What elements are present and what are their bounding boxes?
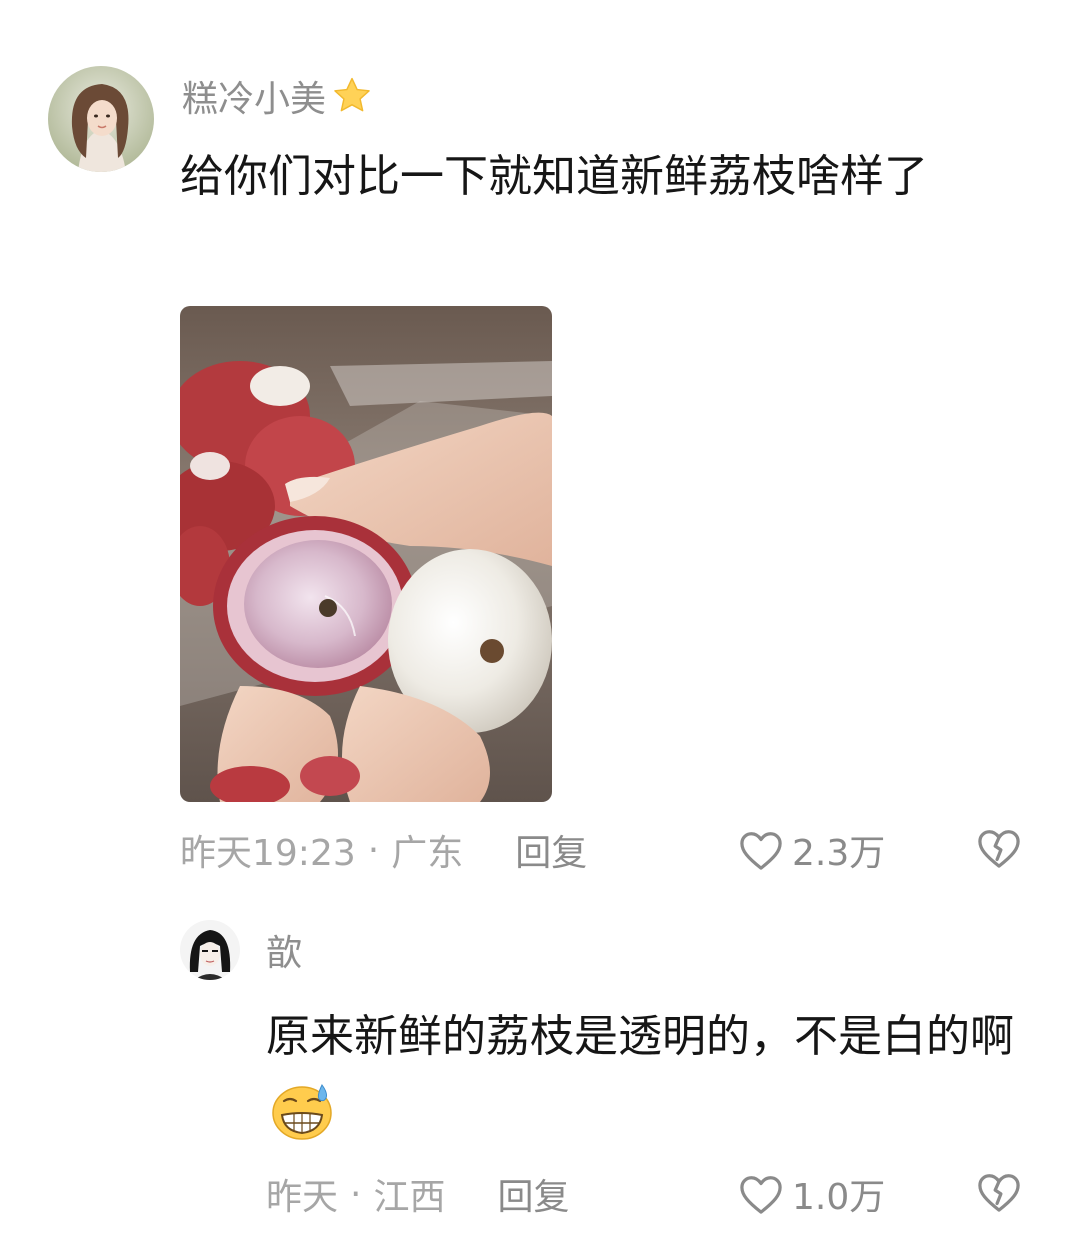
meta-separator: · xyxy=(367,829,380,871)
reply-button[interactable]: 回复 xyxy=(515,824,587,876)
username[interactable]: 糕冷小美 xyxy=(182,72,374,120)
reply-time: 昨天 xyxy=(266,1177,339,1218)
reply-button[interactable]: 回复 xyxy=(497,1168,569,1220)
reply-username[interactable]: 歆 xyxy=(266,926,302,974)
broken-heart-icon[interactable] xyxy=(976,827,1022,873)
reply-meta: 昨天 · 江西 回复 xyxy=(266,1168,570,1220)
like-button[interactable]: 2.3万 xyxy=(738,824,885,876)
avatar[interactable] xyxy=(48,66,154,172)
username-text[interactable]: 糕冷小美 xyxy=(182,70,326,122)
heart-icon xyxy=(740,832,782,870)
grinning-sweat-emoji xyxy=(270,1083,334,1166)
lychee-photo[interactable] xyxy=(180,306,552,802)
reply-text-content: 原来新鲜的荔枝是透明的，不是白的啊 xyxy=(266,1011,1014,1062)
comment-meta: 昨天19:23 · 广东 回复 xyxy=(180,824,587,876)
comment-text: 给你们对比一下就知道新鲜荔枝啥样了 xyxy=(180,151,928,202)
reply-avatar[interactable] xyxy=(180,920,240,980)
heart-icon xyxy=(740,1176,782,1214)
star-icon xyxy=(330,74,374,118)
meta-separator: · xyxy=(350,1173,362,1215)
like-count: 1.0万 xyxy=(792,1177,886,1218)
broken-heart-icon[interactable] xyxy=(976,1171,1022,1217)
comment-location: 广东 xyxy=(391,833,464,874)
reply-location: 江西 xyxy=(373,1177,446,1218)
like-button[interactable]: 1.0万 xyxy=(738,1168,885,1220)
like-count: 2.3万 xyxy=(792,833,886,874)
reply-text: 原来新鲜的荔枝是透明的，不是白的啊 xyxy=(266,998,1046,1166)
comment-time: 昨天19:23 xyxy=(180,833,356,874)
